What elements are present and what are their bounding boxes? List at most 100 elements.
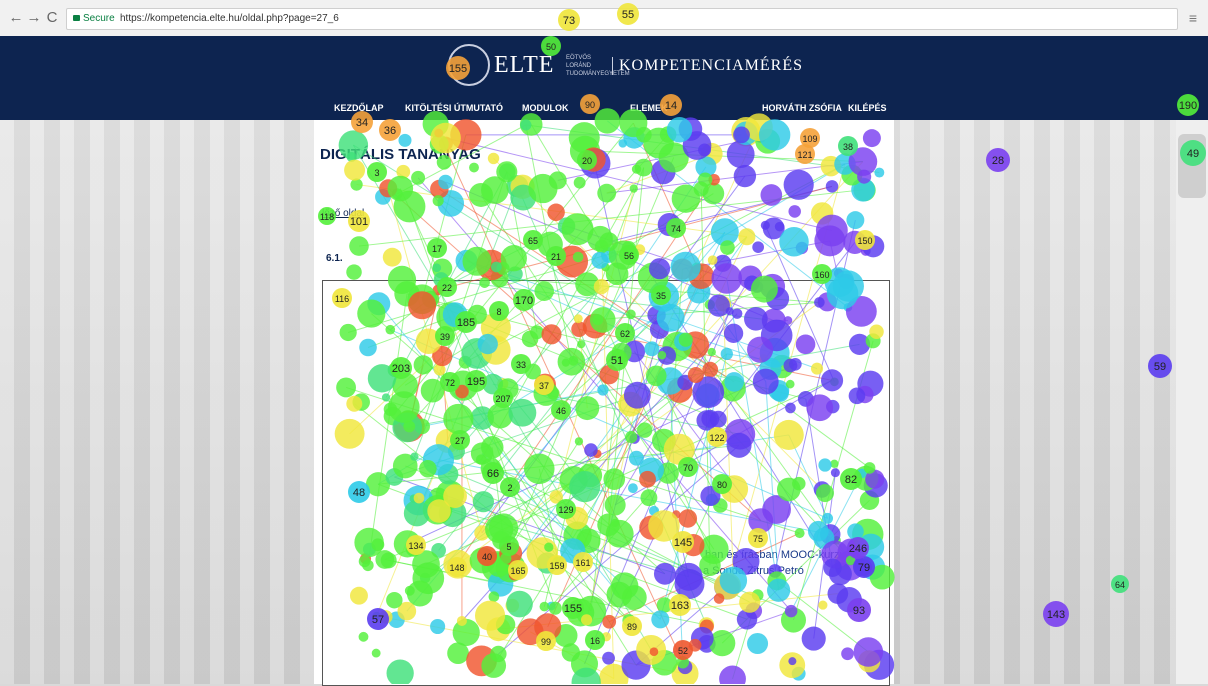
fixation-bubble bbox=[640, 489, 657, 506]
fixation-label-text: 5 bbox=[506, 542, 511, 552]
fixation-label: 159 bbox=[547, 555, 567, 575]
fixation-label: 163 bbox=[669, 594, 691, 616]
fixation-bubble bbox=[833, 270, 864, 301]
fixation-label-text: 203 bbox=[392, 363, 410, 375]
fixation-bubble bbox=[779, 227, 809, 257]
fixation-label-text: 72 bbox=[445, 378, 455, 388]
fixation-bubble bbox=[747, 337, 773, 363]
fixation-bubble bbox=[657, 304, 685, 332]
fixation-bubble bbox=[387, 659, 414, 684]
fixation-bubble bbox=[679, 333, 693, 347]
fixation-bubble bbox=[667, 117, 692, 142]
fixation-bubble bbox=[864, 462, 876, 474]
fixation-bubble bbox=[447, 642, 469, 664]
fixation-bubble bbox=[775, 222, 785, 232]
fixation-label-text: 207 bbox=[495, 394, 510, 404]
fixation-label-text: 38 bbox=[843, 142, 853, 152]
fixation-bubble bbox=[476, 454, 487, 465]
fixation-bubble bbox=[383, 248, 402, 267]
fixation-label-text: 159 bbox=[549, 561, 564, 571]
fixation-bubble bbox=[475, 601, 505, 631]
fixation-label: 22 bbox=[437, 277, 457, 297]
fixation-bubble bbox=[549, 602, 562, 615]
fixation-label: 122 bbox=[707, 427, 727, 447]
fixation-bubble bbox=[806, 394, 833, 421]
fixation-label-text: 246 bbox=[849, 543, 867, 555]
fixation-bubble bbox=[524, 454, 555, 485]
fixation-bubble bbox=[784, 170, 814, 200]
fixation-label-text: 121 bbox=[797, 150, 812, 160]
fixation-bubble bbox=[574, 177, 586, 189]
fixation-bubble bbox=[711, 263, 742, 294]
fixation-bubble bbox=[849, 387, 866, 404]
gaze-path-segment bbox=[766, 382, 779, 591]
fixation-label: 3 bbox=[367, 162, 387, 182]
fixation-bubble bbox=[372, 649, 381, 658]
fixation-label-text: 27 bbox=[455, 436, 465, 446]
fixation-bubble bbox=[388, 176, 414, 202]
fixation-bubble bbox=[732, 308, 743, 319]
fixation-label-text: 150 bbox=[857, 236, 872, 246]
fixation-bubble bbox=[541, 324, 561, 344]
fixation-bubble bbox=[874, 168, 884, 178]
fixation-label: 79 bbox=[853, 556, 875, 578]
fixation-label: 74 bbox=[666, 218, 686, 238]
fixation-label: 49 bbox=[1180, 140, 1206, 166]
fixation-bubble bbox=[625, 431, 637, 443]
fixation-bubble bbox=[603, 468, 625, 490]
fixation-label: 5 bbox=[499, 536, 519, 556]
fixation-label-text: 28 bbox=[992, 155, 1004, 167]
fixation-label-text: 118 bbox=[320, 212, 334, 222]
fixation-bubble bbox=[597, 184, 616, 203]
fixation-bubble bbox=[811, 363, 823, 375]
fixation-bubble bbox=[814, 297, 825, 308]
fixation-bubble bbox=[719, 665, 746, 684]
fixation-label: 27 bbox=[450, 430, 470, 450]
fixation-label: 37 bbox=[534, 375, 554, 395]
fixation-label-text: 57 bbox=[372, 614, 384, 626]
fixation-label-text: 37 bbox=[539, 381, 549, 391]
fixation-label: 170 bbox=[513, 289, 535, 311]
fixation-label-text: 48 bbox=[353, 487, 365, 499]
fixation-label-text: 163 bbox=[671, 600, 689, 612]
fixation-label: 46 bbox=[551, 400, 571, 420]
fixation-bubble bbox=[753, 369, 779, 395]
fixation-label-text: 65 bbox=[528, 236, 538, 246]
fixation-bubble bbox=[821, 369, 843, 391]
fixation-bubble bbox=[646, 365, 667, 386]
fixation-bubble bbox=[644, 341, 659, 356]
fixation-label-text: 39 bbox=[440, 332, 450, 342]
fixation-bubble bbox=[571, 321, 587, 337]
fixation-label-text: 79 bbox=[858, 562, 870, 574]
fixation-label: 8 bbox=[489, 301, 509, 321]
fixation-bubble bbox=[607, 582, 632, 607]
fixation-bubble bbox=[404, 500, 430, 526]
fixation-bubble bbox=[632, 164, 641, 173]
fixation-label: 143 bbox=[1043, 601, 1069, 627]
fixation-bubble bbox=[605, 494, 626, 515]
fixation-label: 203 bbox=[390, 357, 412, 379]
fixation-label: 62 bbox=[615, 323, 635, 343]
fixation-bubble bbox=[362, 560, 374, 572]
fixation-label-text: 62 bbox=[620, 329, 630, 339]
fixation-label-text: 21 bbox=[551, 252, 561, 262]
fixation-label-text: 8 bbox=[496, 307, 501, 317]
fixation-label-text: 82 bbox=[845, 474, 857, 486]
fixation-bubble bbox=[591, 252, 608, 269]
fixation-bubble bbox=[522, 331, 539, 348]
fixation-bubble bbox=[595, 108, 620, 133]
fixation-label: 246 bbox=[847, 537, 869, 559]
fixation-label-text: 55 bbox=[622, 9, 634, 21]
fixation-label: 101 bbox=[348, 210, 370, 232]
fixation-bubble bbox=[869, 324, 884, 339]
fixation-bubble bbox=[714, 593, 725, 604]
fixation-bubble bbox=[547, 204, 565, 222]
fixation-bubble bbox=[796, 335, 816, 355]
fixation-label-text: 64 bbox=[1115, 580, 1125, 590]
fixation-bubble bbox=[699, 554, 721, 576]
fixation-bubble bbox=[381, 552, 397, 568]
fixation-label-text: 99 bbox=[541, 637, 551, 647]
fixation-bubble bbox=[350, 587, 368, 605]
fixation-bubble bbox=[599, 232, 618, 251]
fixation-label-text: 66 bbox=[487, 468, 499, 480]
